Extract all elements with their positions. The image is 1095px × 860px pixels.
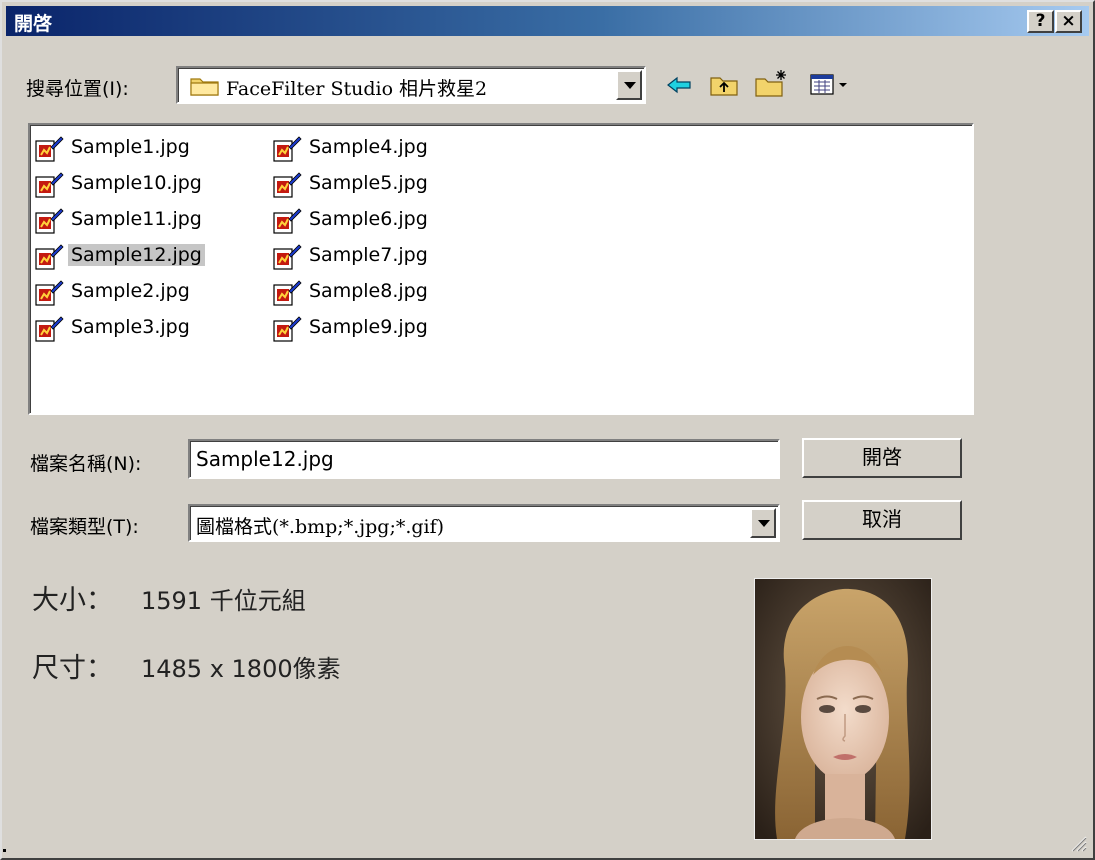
file-item[interactable]: Sample1.jpg (34, 133, 254, 165)
file-item[interactable]: Sample9.jpg (272, 313, 492, 345)
image-file-icon (273, 172, 302, 198)
lookin-label: 搜尋位置(I): (26, 78, 129, 100)
file-name: Sample10.jpg (71, 172, 202, 194)
up-folder-icon[interactable] (709, 73, 739, 97)
file-item[interactable]: Sample10.jpg (34, 169, 254, 201)
file-name: Sample7.jpg (309, 244, 428, 266)
title-bar[interactable]: 開啓 ? × (6, 6, 1089, 36)
resize-grip-icon[interactable] (1067, 832, 1087, 852)
lookin-combo[interactable]: FaceFilter Studio 相片救星2 (176, 66, 646, 104)
open-button[interactable]: 開啓 (802, 438, 962, 478)
preview-image (754, 578, 932, 840)
file-name: Sample5.jpg (309, 172, 428, 194)
image-file-icon (35, 136, 64, 162)
filename-label: 檔案名稱(N): (30, 453, 142, 475)
file-name: Sample11.jpg (71, 208, 202, 230)
file-item[interactable]: Sample6.jpg (272, 205, 492, 237)
window-title: 開啓 (14, 13, 53, 35)
filetype-value: 圖檔格式(*.bmp;*.jpg;*.gif) (196, 516, 445, 538)
open-dialog: 開啓 ? × 搜尋位置(I): FaceFilter Studio 相片救星2 … (0, 0, 1095, 860)
image-file-icon (273, 244, 302, 270)
size-label: 大小： (32, 585, 113, 616)
dimension-label: 尺寸： (32, 653, 113, 684)
filetype-label: 檔案類型(T): (30, 516, 139, 538)
corner-dot (3, 849, 6, 852)
close-button[interactable]: × (1055, 10, 1082, 33)
file-name: Sample8.jpg (309, 280, 428, 302)
file-name: Sample4.jpg (309, 136, 428, 158)
folder-icon (190, 78, 219, 96)
file-item[interactable]: Sample11.jpg (34, 205, 254, 237)
file-item[interactable]: Sample8.jpg (272, 277, 492, 309)
filename-input[interactable]: Sample12.jpg (196, 447, 334, 471)
file-item[interactable]: Sample7.jpg (272, 241, 492, 273)
back-arrow-icon[interactable] (666, 76, 692, 94)
help-button[interactable]: ? (1027, 10, 1054, 33)
file-name: Sample9.jpg (309, 316, 428, 338)
image-file-icon (35, 208, 64, 234)
file-item[interactable]: Sample5.jpg (272, 169, 492, 201)
image-file-icon (273, 208, 302, 234)
filetype-dropdown-arrow[interactable] (750, 508, 776, 538)
lookin-value: FaceFilter Studio 相片救星2 (226, 78, 488, 100)
cancel-button[interactable]: 取消 (802, 500, 962, 540)
image-file-icon (35, 280, 64, 306)
lookin-dropdown-arrow[interactable] (616, 70, 642, 100)
file-name: Sample2.jpg (71, 280, 190, 302)
file-name: Sample3.jpg (71, 316, 190, 338)
new-folder-icon[interactable] (754, 68, 790, 98)
dimension-value: 1485 x 1800像素 (141, 655, 341, 683)
size-value: 1591 千位元組 (141, 587, 306, 615)
image-file-icon (35, 244, 64, 270)
file-item[interactable]: Sample4.jpg (272, 133, 492, 165)
file-item[interactable]: Sample2.jpg (34, 277, 254, 309)
size-info: 大小： 1591 千位元組 (32, 578, 306, 617)
file-name: Sample6.jpg (309, 208, 428, 230)
image-file-icon (273, 280, 302, 306)
image-file-icon (35, 316, 64, 342)
view-menu-icon[interactable] (810, 73, 850, 97)
file-name: Sample12.jpg (68, 244, 205, 266)
file-item[interactable]: Sample3.jpg (34, 313, 254, 345)
file-list[interactable]: Sample1.jpg Sample10.jpg Sample11.jpg Sampl… (28, 123, 974, 415)
filename-field[interactable]: Sample12.jpg (188, 439, 780, 479)
image-file-icon (35, 172, 64, 198)
image-file-icon (273, 316, 302, 342)
filetype-combo[interactable]: 圖檔格式(*.bmp;*.jpg;*.gif) (188, 504, 780, 542)
file-item[interactable]: Sample12.jpg (34, 241, 254, 273)
dimension-info: 尺寸： 1485 x 1800像素 (32, 646, 341, 685)
file-name: Sample1.jpg (71, 136, 190, 158)
image-file-icon (273, 136, 302, 162)
